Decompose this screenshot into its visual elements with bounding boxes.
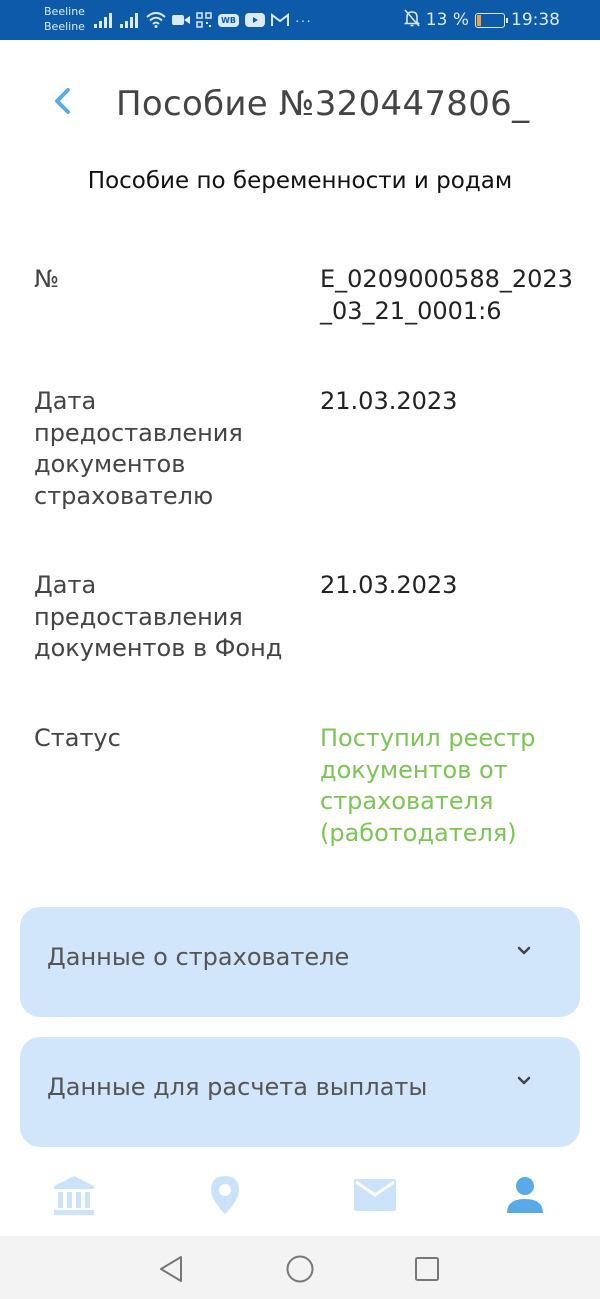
page-title: Пособие №320447806_ <box>116 84 530 124</box>
status-value: Поступил реестр документов от страховате… <box>320 724 536 847</box>
system-nav-bar <box>0 1236 600 1299</box>
carrier-names: Beeline Beeline <box>44 4 85 34</box>
battery-icon <box>475 12 508 28</box>
chevron-down-icon <box>517 1076 531 1085</box>
accordion-label: Данные о страхователе <box>47 943 350 971</box>
clock: 19:38 <box>511 10 560 30</box>
wb-icon: WB <box>218 13 239 27</box>
insurer-data-accordion[interactable]: Данные о страхователе <box>20 907 580 1017</box>
system-status: 13 % 19:38 <box>403 9 560 32</box>
profile-icon <box>507 1177 543 1213</box>
square-recents-icon <box>415 1257 439 1281</box>
detail-value: 21.03.2023 <box>320 571 458 599</box>
location-icon <box>211 1176 239 1214</box>
circle-home-icon <box>286 1255 314 1283</box>
detail-value: E_0209000588_2023_03_21_0001:6 <box>320 265 573 325</box>
chevron-down-icon <box>517 946 531 955</box>
status-bar: Beeline Beeline WB ··· 13 % 19:38 <box>0 0 600 40</box>
youtube-icon <box>244 13 265 27</box>
detail-label: Дата предоставления документов в Фонд <box>34 571 283 662</box>
nav-home-button[interactable] <box>283 1252 317 1286</box>
tab-map[interactable] <box>200 1172 250 1218</box>
signal-icon <box>120 12 140 28</box>
nav-recents-button[interactable] <box>410 1252 444 1286</box>
qr-icon <box>196 12 212 28</box>
detail-value: 21.03.2023 <box>320 387 458 415</box>
bottom-tab-bar <box>0 1156 600 1236</box>
carrier-2: Beeline <box>44 20 85 33</box>
detail-label: Статус <box>34 724 121 752</box>
signal-icon <box>94 12 114 28</box>
payment-calc-accordion[interactable]: Данные для расчета выплаты <box>20 1037 580 1147</box>
tab-messages[interactable] <box>350 1172 400 1218</box>
notification-icons: WB ··· <box>94 9 312 31</box>
tab-services[interactable] <box>49 1172 99 1218</box>
tab-profile[interactable] <box>500 1172 550 1218</box>
detail-label: Дата предоставления документов страховат… <box>34 387 243 510</box>
more-notifications: ··· <box>294 12 312 28</box>
mail-icon <box>354 1179 396 1211</box>
wifi-icon <box>146 12 166 28</box>
triangle-back-icon <box>160 1256 182 1282</box>
bank-icon <box>54 1176 94 1215</box>
chevron-left-icon <box>55 88 70 114</box>
video-icon <box>172 14 190 26</box>
back-button[interactable] <box>48 84 78 120</box>
detail-label: № <box>34 265 59 293</box>
battery-percent: 13 % <box>425 10 469 30</box>
accordion-label: Данные для расчета выплаты <box>47 1073 428 1101</box>
benefit-type: Пособие по беременности и родам <box>87 168 513 194</box>
gmail-icon <box>270 13 289 27</box>
carrier-1: Beeline <box>44 5 85 18</box>
bell-off-icon <box>403 9 421 32</box>
nav-back-button[interactable] <box>154 1252 188 1286</box>
